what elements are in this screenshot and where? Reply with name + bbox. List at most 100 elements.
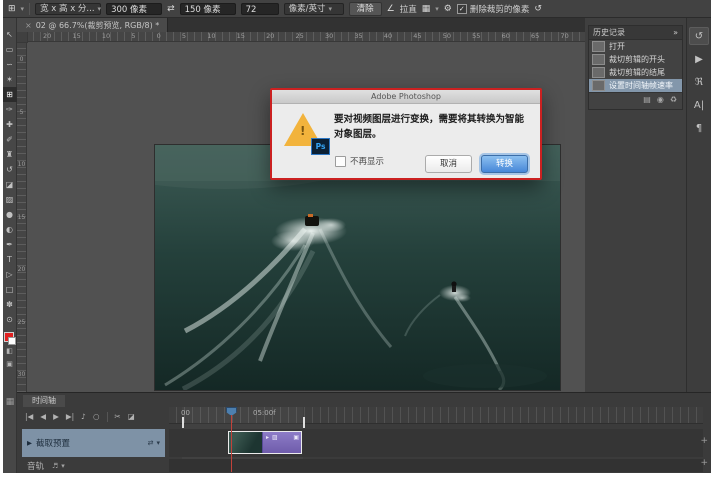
ruler-top-label: 40 (384, 32, 392, 40)
character-panel-icon[interactable]: A| (689, 96, 709, 114)
video-track-lane[interactable]: ▸▨▣ (169, 429, 703, 457)
ruler-left-label: 25 (18, 319, 26, 326)
crop-width-input[interactable]: 300 像素 (106, 3, 162, 15)
add-video-track-button[interactable]: + (700, 437, 708, 446)
film-strip-icon: ▦ (4, 396, 16, 408)
play-button[interactable]: ▶ (53, 412, 59, 421)
photoshop-logo-badge: Ps (311, 138, 330, 155)
clip-badges: ▸▨▣ (263, 432, 301, 453)
ruler-top: 20151050510152025303540455055606570 (27, 32, 585, 42)
audio-track-option-icon[interactable]: ♬ (52, 462, 58, 470)
go-to-first-frame-button[interactable]: |◀ (25, 412, 33, 421)
tool-history-brush[interactable]: ↺ (3, 162, 17, 177)
divider (107, 412, 108, 422)
paragraph-panel-icon[interactable]: ¶ (689, 119, 709, 137)
exclamation-mark: ! (300, 124, 305, 138)
reset-icon[interactable]: ↺ (534, 4, 542, 14)
straighten-label[interactable]: 拉直 (400, 3, 417, 15)
history-item[interactable]: 设置时间轴帧速率 (589, 79, 682, 92)
color-swatches[interactable] (4, 332, 16, 345)
audio-mute-button[interactable]: ♪ (81, 412, 86, 421)
document-tab[interactable]: × 02 @ 66.7%(裁剪预览, RGB/8) * (17, 18, 168, 32)
tool-type[interactable]: T (3, 252, 17, 267)
tool-dodge[interactable]: ◐ (3, 222, 17, 237)
history-state-thumbnail (592, 80, 605, 91)
tool-eyedropper[interactable]: ✑ (3, 102, 17, 117)
work-area-start-handle[interactable] (182, 417, 184, 428)
actions-panel-icon[interactable]: ▶ (689, 50, 709, 68)
video-track-option-icon[interactable]: ⇄ (148, 439, 154, 447)
tool-shape[interactable]: □ (3, 282, 17, 297)
crop-height-input[interactable]: 150 像素 (180, 3, 236, 15)
render-video-button[interactable]: ○ (93, 412, 100, 421)
history-item[interactable]: 裁切剪辑的结尾 (589, 66, 682, 79)
dont-show-again-checkbox[interactable]: 不再显示 (335, 155, 384, 167)
delete-cropped-pixels-checkbox[interactable]: ✓ 删除裁剪的像素 (457, 3, 530, 15)
chevron-down-icon: ▾ (435, 5, 439, 13)
overlay-options-icon[interactable]: ▦ (422, 4, 431, 14)
next-frame-button[interactable]: ▶| (66, 412, 74, 421)
tool-magic-wand[interactable]: ✶ (3, 72, 17, 87)
straighten-icon[interactable]: ∠ (387, 4, 395, 14)
tool-move[interactable]: ↖ (3, 27, 17, 42)
history-panel-icon[interactable]: ↺ (689, 27, 709, 45)
tool-lasso[interactable]: ∽ (3, 57, 17, 72)
character-styles-panel-icon[interactable]: ℜ (689, 73, 709, 91)
tool-blur[interactable]: ● (3, 207, 17, 222)
divider (29, 3, 30, 15)
previous-frame-button[interactable]: ◀ (40, 412, 46, 421)
tab-close-icon[interactable]: × (25, 21, 32, 30)
split-at-playhead-button[interactable]: ✂ (115, 412, 121, 421)
audio-track-header[interactable]: 音轨 ♬▾ (22, 459, 165, 472)
canvas-area[interactable]: 20151050510152025303540455055606570 0510… (17, 32, 585, 392)
document-tab-bar: × 02 @ 66.7%(裁剪预览, RGB/8) * (17, 18, 585, 32)
checkbox-box[interactable] (335, 156, 346, 167)
swap-dimensions-icon[interactable]: ⇄ (167, 4, 175, 14)
resolution-unit-dropdown[interactable]: 像素/英寸 ▾ (284, 3, 344, 15)
resolution-input[interactable]: 72 (241, 3, 279, 15)
tool-hand[interactable]: ✽ (3, 297, 17, 312)
ruler-top-label: 5 (182, 32, 186, 40)
tool-eraser[interactable]: ◪ (3, 177, 17, 192)
quick-mask-button[interactable]: ◧ (3, 345, 17, 358)
ruler-top-label: 10 (207, 32, 215, 40)
tool-crop[interactable]: ⊞ (3, 87, 17, 102)
tool-marquee[interactable]: ▭ (3, 42, 17, 57)
delete-cropped-pixels-label: 删除裁剪的像素 (470, 3, 530, 15)
panel-menu-icon[interactable]: » (673, 28, 678, 37)
tool-healing-brush[interactable]: ✚ (3, 117, 17, 132)
convert-button[interactable]: 转换 (481, 155, 528, 173)
delete-state-icon[interactable]: ♻ (670, 95, 677, 104)
video-track-header[interactable]: ▶ 截取预置 ⇄▾ (22, 429, 165, 457)
tool-gradient[interactable]: ▨ (3, 192, 17, 207)
tool-brush[interactable]: ✐ (3, 132, 17, 147)
tool-zoom[interactable]: ⊙ (3, 312, 17, 327)
new-document-from-state-icon[interactable]: ▤ (643, 95, 651, 104)
screen-mode-button[interactable]: ▣ (3, 358, 17, 371)
audio-track-option-icon[interactable]: ▾ (61, 462, 65, 470)
tool-path-select[interactable]: ▷ (3, 267, 17, 282)
transition-button[interactable]: ◪ (128, 412, 135, 421)
background-color-swatch[interactable] (8, 337, 16, 345)
audio-track-label: 音轨 (27, 460, 44, 472)
add-audio-track-button[interactable]: + (700, 459, 708, 468)
cancel-button[interactable]: 取消 (425, 155, 472, 173)
disclosure-triangle-icon[interactable]: ▶ (27, 439, 32, 447)
tool-list: ↖▭∽✶⊞✑✚✐♜↺◪▨●◐✒T▷□✽⊙ (3, 27, 17, 327)
crop-options-gear-icon[interactable]: ⚙ (444, 4, 452, 14)
crop-preset-dropdown[interactable]: 宽 x 高 x 分... ▾ (35, 3, 101, 15)
tool-clone-stamp[interactable]: ♜ (3, 147, 17, 162)
tool-preset-caret-icon[interactable]: ▾ (21, 5, 25, 13)
video-clip[interactable]: ▸▨▣ (228, 431, 302, 454)
timeline-tab[interactable]: 时间轴 (23, 395, 65, 407)
new-snapshot-icon[interactable]: ◉ (657, 95, 664, 104)
tool-pen[interactable]: ✒ (3, 237, 17, 252)
history-item[interactable]: 裁切剪辑的开头 (589, 53, 682, 66)
crop-tool-icon[interactable]: ⊞ (8, 4, 16, 14)
audio-track-lane[interactable] (169, 459, 703, 472)
dialog-buttons: 取消 转换 (425, 155, 528, 173)
work-area-end-handle[interactable] (303, 417, 305, 428)
video-track-option-icon[interactable]: ▾ (156, 439, 160, 447)
history-item[interactable]: 打开 (589, 40, 682, 53)
clear-button[interactable]: 清除 (349, 2, 382, 16)
